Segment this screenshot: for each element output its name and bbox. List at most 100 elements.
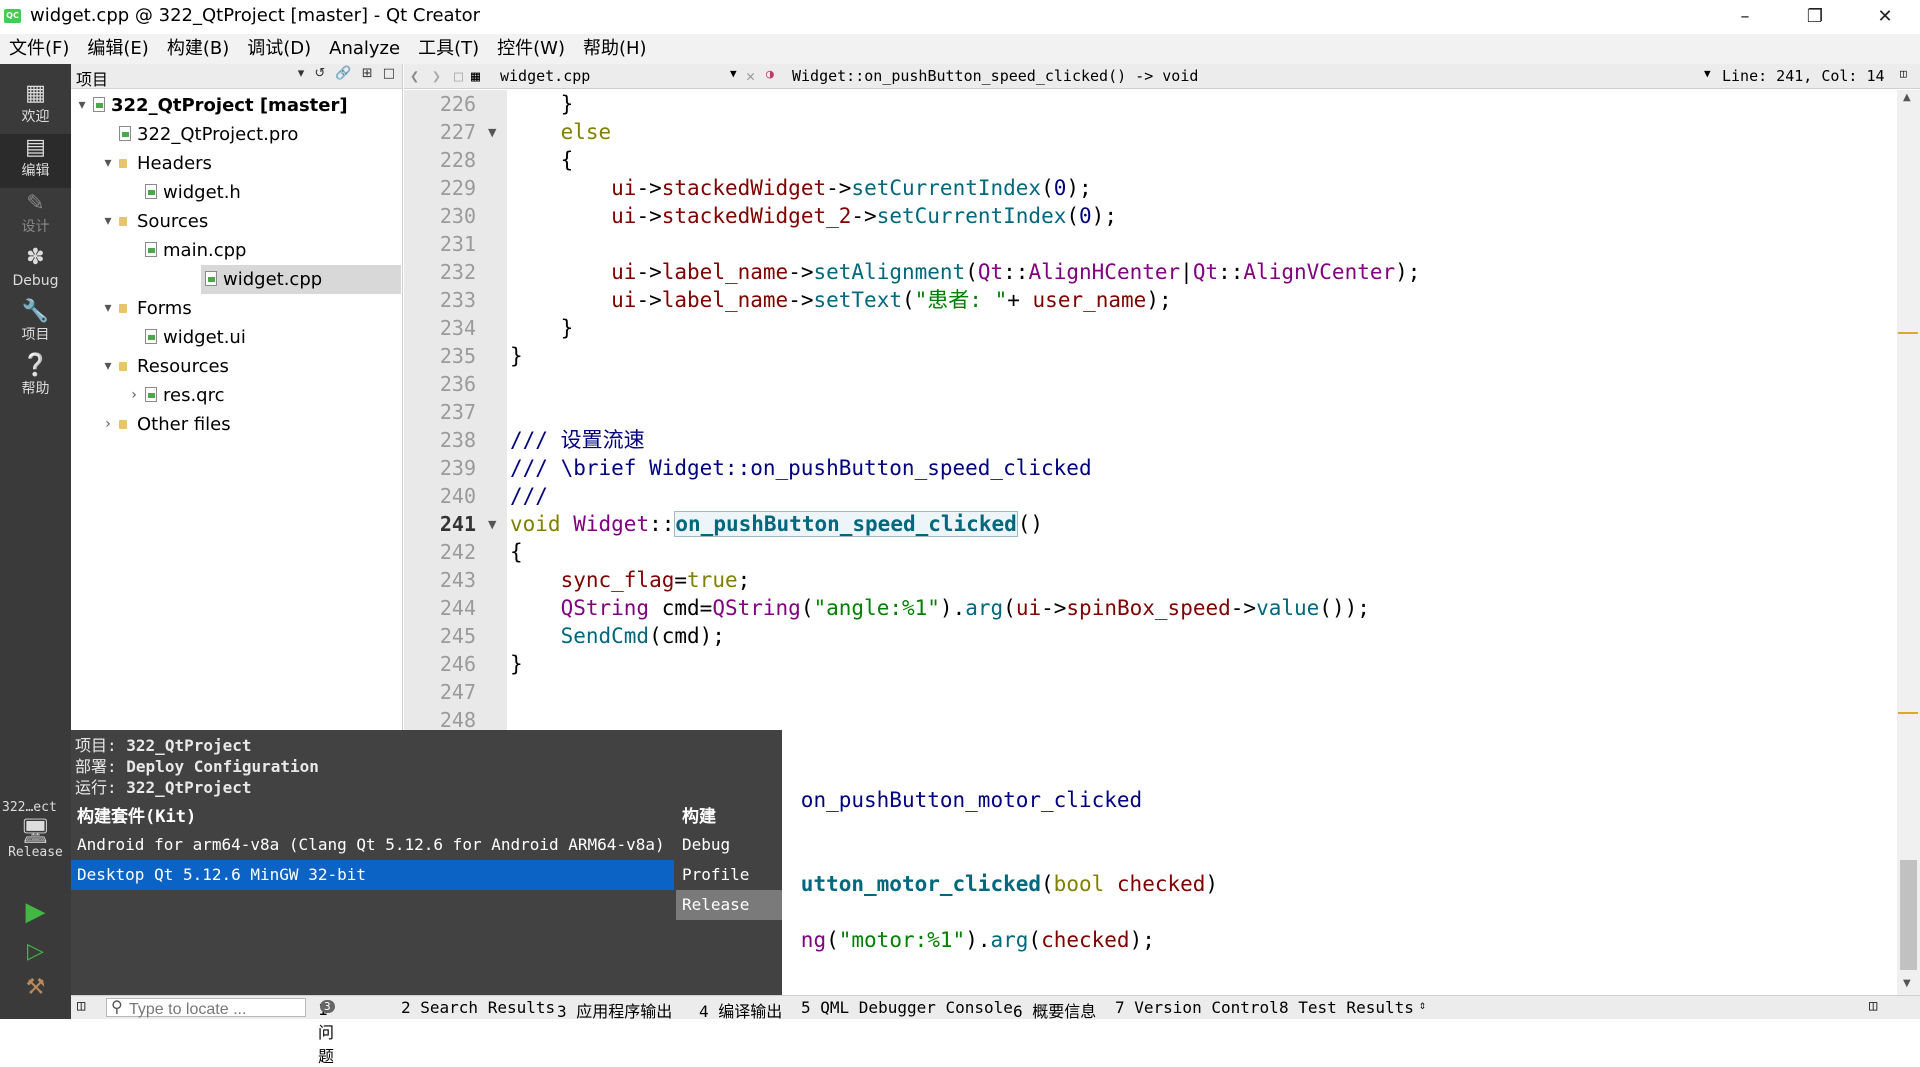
mode-help[interactable]: ❔ 帮助 (0, 352, 71, 406)
document-icon: ▦ (471, 67, 481, 85)
folder-icon (119, 362, 127, 371)
menu-analyze[interactable]: Analyze (320, 34, 409, 64)
tree-item[interactable]: widget.ui (71, 323, 401, 352)
tab-compile-output[interactable]: 4 编译输出 (699, 998, 782, 1022)
line-number: 235 (439, 344, 476, 368)
code-line: ui->stackedWidget_2->setCurrentIndex(0); (611, 204, 1117, 228)
cursor-position[interactable]: Line: 241, Col: 14 (1722, 67, 1885, 85)
tree-item[interactable]: ▾ Resources (71, 352, 401, 381)
menu-tools[interactable]: 工具(T) (409, 34, 488, 64)
fold-marker-icon[interactable]: ▼ (488, 126, 496, 139)
close-file-icon[interactable]: ✕ (746, 67, 755, 85)
nav-forward-icon[interactable]: ❯ (432, 67, 441, 85)
kit-item-desktop[interactable]: Desktop Qt 5.12.6 MinGW 32-bit (71, 860, 674, 890)
tree-item[interactable]: widget.cpp (201, 265, 401, 294)
menu-edit[interactable]: 编辑(E) (78, 34, 157, 64)
expand-arrow-icon[interactable]: ▾ (101, 207, 115, 236)
menu-debug[interactable]: 调试(D) (238, 34, 320, 64)
tree-item[interactable]: ▾ 322_QtProject [master] (71, 91, 401, 120)
close-button[interactable]: ✕ (1850, 0, 1920, 34)
fold-marker-icon[interactable]: ▼ (488, 518, 496, 531)
project-pane-tools[interactable]: ▾ ↺ 🔗 ⊞ □ (298, 66, 398, 81)
code-line: } (510, 652, 523, 676)
scroll-down-icon[interactable]: ▼ (1903, 978, 1911, 989)
kit-column-header: 构建套件(Kit) (77, 807, 197, 827)
mode-bar: ▦ 欢迎 ▤ 编辑 ✎ 设计 ✽ Debug 🔧 项目 ❔ 帮助 322…ect… (0, 64, 71, 1019)
build-item-debug[interactable]: Debug (676, 830, 782, 860)
function-dropdown-icon[interactable]: ▼ (1704, 67, 1711, 80)
line-number: 242 (439, 540, 476, 564)
tree-item[interactable]: ▾ Sources (71, 207, 401, 236)
tree-item-label: widget.h (163, 182, 241, 203)
expand-arrow-icon[interactable]: ▾ (101, 294, 115, 323)
project-pane-toolbar: 项目 ▾ ↺ 🔗 ⊞ □ (71, 64, 402, 89)
file-icon (145, 387, 157, 402)
expand-arrow-icon[interactable]: ▾ (75, 91, 89, 120)
toggle-output-pane-icon[interactable]: ◫ (1869, 998, 1877, 1014)
tree-item[interactable]: › Other files (71, 410, 401, 439)
debug-run-button[interactable]: ▷ (0, 934, 71, 970)
file-icon (145, 184, 157, 199)
line-number: 230 (439, 204, 476, 228)
more-tabs-icon[interactable]: ⇕ (1419, 998, 1426, 1012)
code-line: else (560, 120, 612, 144)
tree-item[interactable]: ▾ Forms (71, 294, 401, 323)
scrollbar-thumb[interactable] (1900, 860, 1917, 970)
expand-arrow-icon[interactable]: ▾ (101, 149, 115, 178)
mode-edit[interactable]: ▤ 编辑 (0, 134, 71, 188)
qt-creator-icon: QC (4, 9, 21, 23)
maximize-button[interactable]: ❐ (1780, 0, 1850, 34)
tab-application-output[interactable]: 3 应用程序输出 (557, 998, 672, 1022)
folder-icon (119, 420, 127, 429)
tree-item[interactable]: main.cpp (71, 236, 401, 265)
editor-scrollbar[interactable]: ▲ ▼ (1897, 90, 1920, 995)
file-dropdown-icon[interactable]: ▼ (730, 67, 737, 80)
mode-welcome[interactable]: ▦ 欢迎 (0, 80, 71, 134)
run-button[interactable]: ▶ (0, 894, 71, 930)
mode-debug[interactable]: ✽ Debug (0, 244, 71, 298)
tree-item-label: Sources (137, 211, 209, 232)
tree-item[interactable]: ▾ Headers (71, 149, 401, 178)
collapse-arrow-icon[interactable]: › (101, 410, 115, 439)
project-pane-title[interactable]: 项目 (76, 66, 108, 90)
collapse-arrow-icon[interactable]: › (127, 381, 141, 410)
kit-selector[interactable]: 322…ect 🖥 Release (0, 800, 71, 880)
minimize-button[interactable]: – (1710, 0, 1780, 34)
function-selector[interactable]: Widget::on_pushButton_speed_clicked() ->… (792, 67, 1198, 85)
kit-selector-popup: 项目: 322_QtProject 部署: Deploy Configurati… (71, 730, 782, 995)
scrollbar-marker (1898, 332, 1918, 334)
bug-icon: ✽ (26, 245, 45, 270)
build-hammer-button[interactable]: ⚒ (0, 970, 71, 1006)
split-icon[interactable]: ◫ (1900, 67, 1907, 80)
toggle-sidebar-icon[interactable]: ◫ (77, 998, 85, 1014)
line-number: 237 (439, 400, 476, 424)
expand-arrow-icon[interactable]: ▾ (101, 352, 115, 381)
locator-input[interactable]: ⚲ Type to locate ... (106, 998, 306, 1018)
mode-design[interactable]: ✎ 设计 (0, 190, 71, 244)
line-number: 228 (439, 148, 476, 172)
tree-item[interactable]: widget.h (71, 178, 401, 207)
tab-test-results[interactable]: 8 Test Results (1279, 998, 1414, 1017)
tab-version-control[interactable]: 7 Version Control (1115, 998, 1279, 1017)
tree-item[interactable]: › res.qrc (71, 381, 401, 410)
tree-item-label: Other files (137, 414, 231, 435)
menu-help[interactable]: 帮助(H) (574, 34, 656, 64)
output-pane-bar: ◫ ⚲Type to locate ... 1 问题3 2 Search Res… (71, 995, 1920, 1066)
nav-back-icon[interactable]: ❮ (410, 67, 419, 85)
open-file-name[interactable]: widget.cpp (500, 67, 590, 85)
scrollbar-marker (1898, 712, 1918, 714)
menu-build[interactable]: 构建(B) (158, 34, 238, 64)
tab-search-results[interactable]: 2 Search Results (401, 998, 555, 1017)
tree-item[interactable]: 322_QtProject.pro (71, 120, 401, 149)
menu-file[interactable]: 文件(F) (0, 34, 78, 64)
menu-widgets[interactable]: 控件(W) (488, 34, 574, 64)
build-item-release[interactable]: Release (676, 890, 782, 920)
code-line: } (510, 92, 574, 116)
mode-projects[interactable]: 🔧 项目 (0, 298, 71, 352)
line-number: 234 (439, 316, 476, 340)
build-item-profile[interactable]: Profile (676, 860, 782, 890)
tab-general-messages[interactable]: 6 概要信息 (1013, 998, 1096, 1022)
tab-qml-debugger-console[interactable]: 5 QML Debugger Console (801, 998, 1013, 1017)
scroll-up-icon[interactable]: ▲ (1903, 92, 1911, 103)
kit-item-android[interactable]: Android for arm64-v8a (Clang Qt 5.12.6 f… (71, 830, 674, 860)
